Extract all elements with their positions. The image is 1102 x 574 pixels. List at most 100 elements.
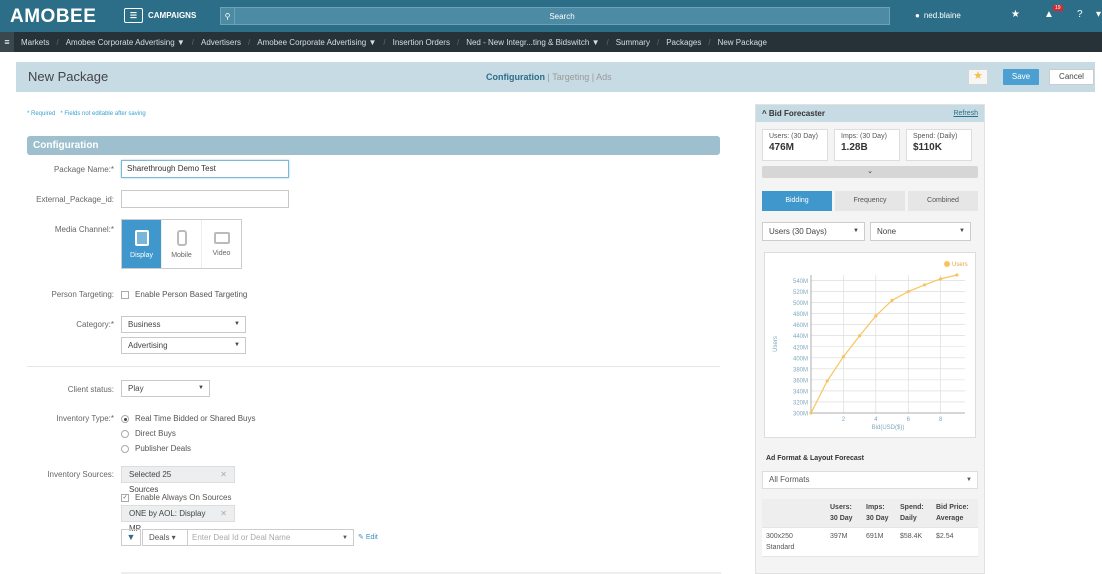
media-video-button[interactable]: Video	[202, 220, 241, 268]
breadcrumb-item[interactable]: Insertion Orders	[386, 38, 457, 47]
y-tick-label: 340M	[793, 389, 808, 395]
step-configuration[interactable]: Configuration	[486, 72, 545, 82]
search-label: Search	[549, 11, 575, 21]
x-tick-label: 4	[874, 417, 878, 423]
step-targeting[interactable]: Targeting	[552, 72, 589, 82]
data-point	[890, 298, 894, 302]
external-id-input[interactable]	[121, 190, 289, 208]
help-icon[interactable]: ?	[1077, 9, 1083, 20]
stat-users: Users: (30 Day) 476M	[762, 129, 828, 161]
inventory-type-label: Inventory Type:*	[56, 414, 114, 423]
favorite-star-button[interactable]: ★	[968, 69, 988, 85]
inventory-type-rtb[interactable]: Real Time Bidded or Shared Buys	[121, 414, 256, 423]
package-name-label: Package Name:*	[53, 165, 114, 174]
user-menu[interactable]: ● ned.blaine	[915, 11, 961, 20]
ad-format-title: Ad Format & Layout Forecast	[766, 455, 865, 462]
media-channel-label: Media Channel:*	[54, 225, 114, 234]
person-targeting-label: Person Targeting:	[51, 290, 114, 299]
inventory-type-publisher[interactable]: Publisher Deals	[121, 444, 191, 453]
deals-search[interactable]: Deals ▾ Enter Deal Id or Deal Name ▼	[142, 529, 354, 546]
required-legend: * Required * Fields not editable after s…	[27, 111, 146, 117]
breadcrumb-item-current: New Package	[717, 37, 767, 47]
bid-forecaster-panel: ^ Bid Forecaster Refresh Users: (30 Day)…	[755, 104, 985, 574]
always-on-checkbox[interactable]: ✓	[121, 493, 129, 502]
tab-combined[interactable]: Combined	[908, 191, 978, 211]
amobee-logo[interactable]: AMOBEE	[10, 6, 96, 28]
breadcrumb-item[interactable]: Summary	[609, 38, 657, 47]
deals-search-input[interactable]: Enter Deal Id or Deal Name	[188, 533, 342, 542]
compare-select[interactable]: None ▼	[870, 222, 971, 241]
media-display-button[interactable]: Display	[122, 220, 162, 268]
y-tick-label: 380M	[793, 367, 808, 373]
legend-marker	[944, 261, 950, 267]
breadcrumb-item[interactable]: Advertisers	[194, 38, 248, 47]
bid-forecast-chart: 300M 320M 340M 360M 380M 400M 420M 440M 460M 480M…	[764, 252, 976, 438]
section-divider	[27, 366, 720, 367]
search-bar[interactable]: ⚲ Search	[220, 7, 890, 25]
y-tick-label: 360M	[793, 378, 808, 384]
filter-icon[interactable]: ▼	[121, 529, 141, 546]
package-name-input[interactable]: Sharethrough Demo Test	[121, 160, 289, 178]
save-button[interactable]: Save	[1003, 69, 1039, 85]
remove-tag-icon[interactable]: ✕	[220, 467, 227, 482]
breadcrumb-item[interactable]: Markets	[14, 38, 56, 47]
table-row[interactable]: 300x250 Standard 397M 691M $58.4K $2.54	[762, 528, 978, 557]
breadcrumb-item[interactable]: Amobee Corporate Advertising ▼	[250, 38, 383, 47]
person-targeting-checkbox[interactable]	[121, 290, 129, 299]
chevron-down-icon[interactable]: ▼	[342, 535, 353, 541]
inventory-type-publisher-radio[interactable]	[121, 444, 129, 453]
edit-deals-link[interactable]: ✎ Edit	[358, 533, 378, 541]
inventory-type-direct-radio[interactable]	[121, 429, 129, 438]
inventory-sources-tag[interactable]: Selected 25 Sources ✕	[121, 466, 235, 494]
breadcrumb-item[interactable]: Packages	[659, 38, 708, 47]
tab-bidding[interactable]: Bidding	[762, 191, 832, 211]
expand-chevron-down-icon[interactable]: ⌄	[762, 166, 978, 178]
dropdown-caret-icon[interactable]: ▾	[1096, 9, 1101, 20]
always-on-tag[interactable]: ONE by AOL: Display MP ✕	[121, 505, 235, 533]
x-axis-label: Bid(USD($))	[872, 425, 905, 431]
x-tick-label: 2	[842, 417, 846, 423]
data-point	[809, 411, 813, 415]
user-icon: ●	[915, 11, 920, 20]
refresh-link[interactable]: Refresh	[953, 105, 978, 122]
inventory-type-rtb-radio[interactable]	[121, 414, 129, 423]
breadcrumb-item[interactable]: Ned - New Integr...ting & Bidswitch ▼	[459, 38, 606, 47]
client-status-select[interactable]: Play ▼	[121, 380, 210, 397]
data-point	[906, 289, 910, 294]
media-mobile-button[interactable]: Mobile	[162, 220, 202, 268]
data-point	[955, 273, 959, 277]
stat-spend: Spend: (Daily) $110K	[906, 129, 972, 161]
metric-select[interactable]: Users (30 Days) ▼	[762, 222, 865, 241]
chart-svg: 300M 320M 340M 360M 380M 400M 420M 440M 460M 480M…	[773, 261, 968, 431]
step-nav: Configuration | Targeting | Ads	[486, 72, 612, 82]
media-channel-selector: Display Mobile Video	[121, 219, 242, 269]
cancel-button[interactable]: Cancel	[1049, 69, 1094, 85]
y-tick-label: 520M	[793, 290, 808, 296]
chevron-up-icon[interactable]: ^	[762, 109, 769, 118]
x-tick-label: 8	[939, 417, 943, 423]
y-tick-label: 300M	[793, 412, 808, 418]
data-point	[922, 283, 927, 287]
tab-frequency[interactable]: Frequency	[835, 191, 905, 211]
y-tick-label: 400M	[793, 356, 808, 362]
subcategory-select[interactable]: Advertising ▼	[121, 337, 246, 354]
hamburger-menu-icon[interactable]: ≡	[0, 32, 14, 52]
always-on-option[interactable]: ✓ Enable Always On Sources	[121, 493, 232, 502]
breadcrumb-item[interactable]: Amobee Corporate Advertising ▼	[59, 38, 192, 47]
x-tick-label: 6	[907, 417, 911, 423]
favorites-star-icon[interactable]: ★	[1011, 9, 1020, 20]
data-point	[825, 379, 829, 383]
person-targeting-option[interactable]: Enable Person Based Targeting	[121, 290, 247, 299]
mobile-icon	[176, 229, 187, 246]
bid-forecaster-header[interactable]: ^ Bid Forecaster Refresh	[756, 105, 984, 122]
inventory-type-direct[interactable]: Direct Buys	[121, 429, 176, 438]
ad-format-select[interactable]: All Formats ▼	[762, 471, 978, 489]
campaigns-menu[interactable]: ☰ CAMPAIGNS	[124, 8, 196, 23]
category-label: Category:*	[76, 320, 114, 329]
category-select[interactable]: Business ▼	[121, 316, 246, 333]
remove-tag-icon[interactable]: ✕	[220, 506, 227, 521]
deals-type-select[interactable]: Deals ▾	[143, 530, 188, 545]
step-ads[interactable]: Ads	[596, 72, 612, 82]
inventory-sources-label: Inventory Sources:	[47, 470, 114, 479]
y-tick-label: 440M	[793, 334, 808, 340]
